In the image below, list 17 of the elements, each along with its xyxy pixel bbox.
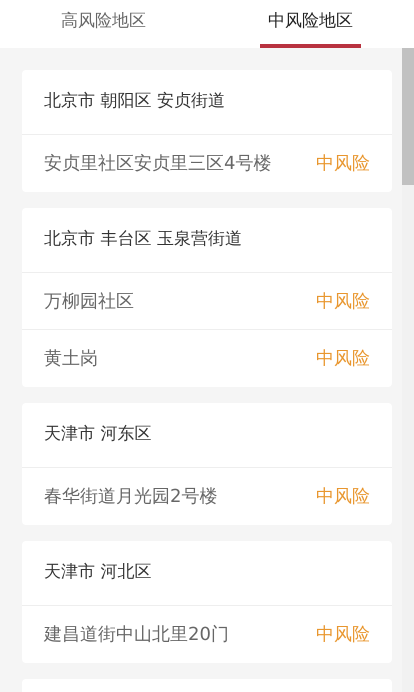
risk-label: 中风险 [316, 623, 370, 647]
place-name: 万柳园社区 [44, 290, 134, 314]
risk-label: 中风险 [316, 152, 370, 176]
risk-label: 中风险 [316, 290, 370, 314]
risk-label: 中风险 [316, 485, 370, 509]
scrollbar-thumb[interactable] [402, 48, 414, 185]
place-name: 春华街道月光园2号楼 [44, 485, 218, 509]
tab[interactable]: 高风险地区 [53, 0, 154, 48]
region-name: 北京市 丰台区 玉泉营街道 [44, 228, 242, 252]
region-name: 天津市 河东区 [44, 423, 152, 446]
region-name: 天津市 河北区 [44, 561, 152, 584]
place-name: 黄土岗 [44, 347, 98, 371]
region-name: 北京市 朝阳区 安贞街道 [44, 90, 225, 114]
tab[interactable]: 中风险地区 [260, 0, 361, 48]
place-name: 安贞里社区安贞里三区4号楼 [44, 152, 272, 176]
place-name: 建昌道街中山北里20门 [44, 623, 229, 647]
risk-label: 中风险 [316, 347, 370, 371]
